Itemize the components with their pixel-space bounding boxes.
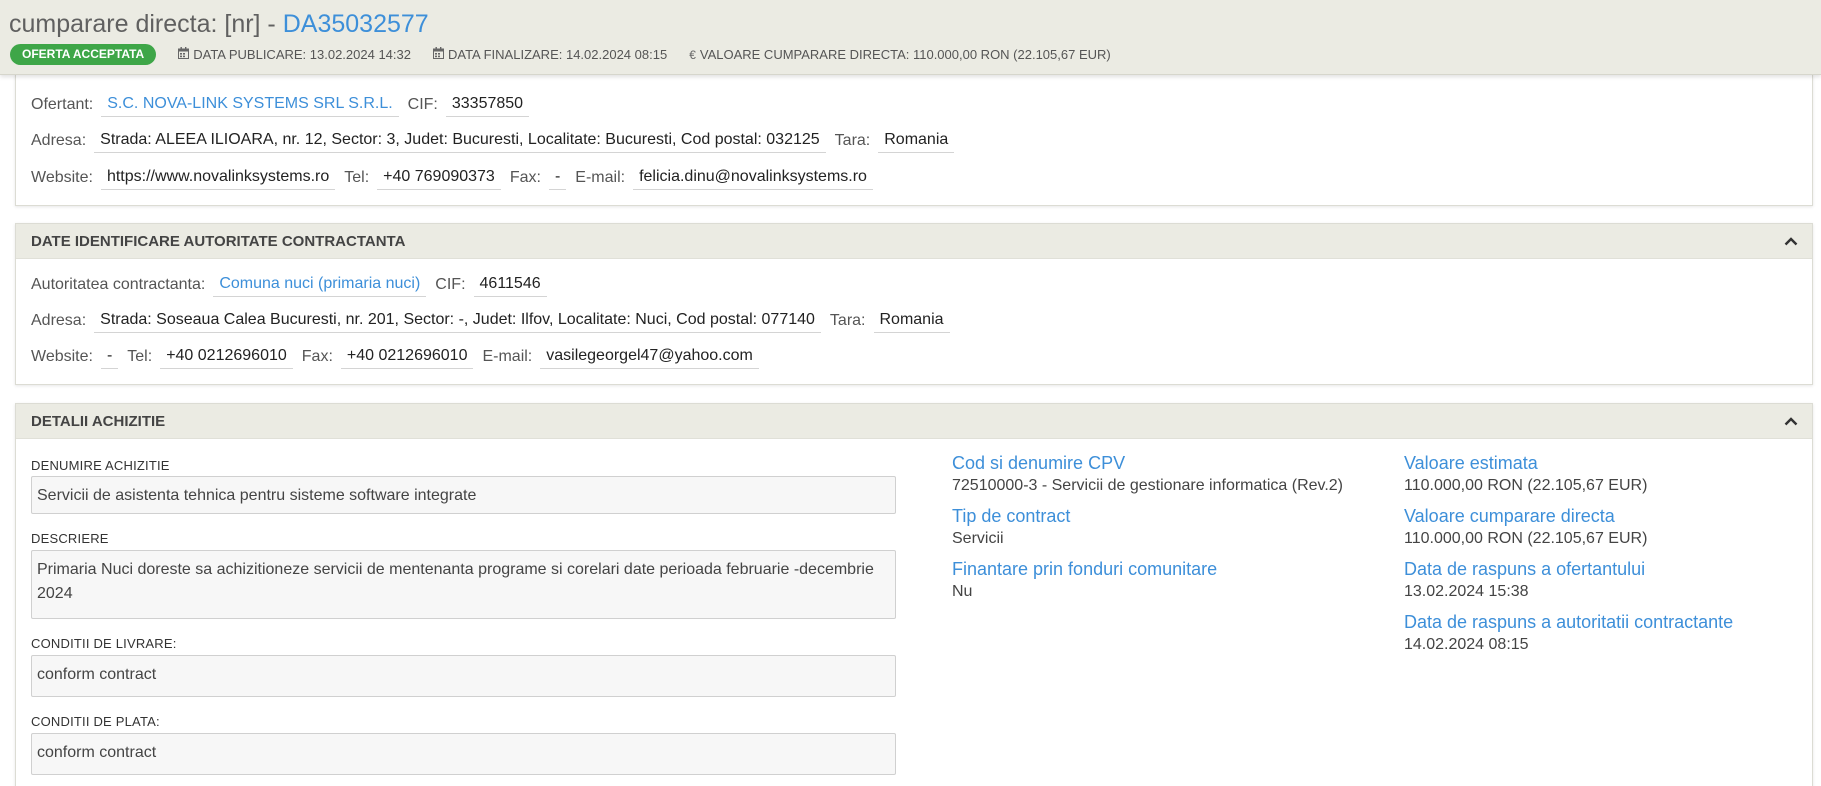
details-panel: DETALII ACHIZITIE DENUMIRE ACHIZITIE Ser…: [15, 403, 1813, 786]
authority-link[interactable]: Comuna nuci (primaria nuci): [213, 274, 427, 297]
authority-website-label: Website:: [31, 348, 93, 365]
bidder-website-label: Website:: [31, 169, 93, 186]
calendar-icon: [178, 47, 190, 62]
authority-panel: DATE IDENTIFICARE AUTORITATE CONTRACTANT…: [15, 223, 1813, 385]
contract-type-key: Tip de contract: [952, 506, 1071, 526]
procurement-name-label: DENUMIRE ACHIZITIE: [31, 458, 170, 473]
bidder-row: Ofertant: S.C. NOVA-LINK SYSTEMS SRL S.R…: [31, 93, 538, 117]
bidder-contact-row: Website: https://www.novalinksystems.ro …: [31, 166, 882, 190]
description-label: DESCRIERE: [31, 531, 109, 546]
authority-cif-label: CIF:: [435, 276, 466, 293]
authority-contact-row: Website: - Tel: +40 0212696010 Fax: +40 …: [31, 345, 768, 369]
bidder-tel: +40 769090373: [377, 167, 501, 190]
bidder-email-label: E-mail:: [575, 169, 626, 186]
bidder-address-label: Adresa:: [31, 132, 87, 149]
delivery-conditions-field: conform contract: [31, 655, 896, 697]
chevron-up-icon[interactable]: [1784, 233, 1798, 249]
bidder-address-row: Adresa: Strada: ALEEA ILIOARA, nr. 12, S…: [31, 129, 963, 153]
bidder-country: Romania: [878, 130, 955, 153]
procurement-number: DA35032577: [282, 10, 429, 38]
details-panel-title: DETALII ACHIZITIE: [31, 412, 166, 430]
bidder-panel: Ofertant: S.C. NOVA-LINK SYSTEMS SRL S.R…: [15, 74, 1813, 206]
details-middle-column: Cod si denumire CPV 72510000-3 - Servici…: [952, 452, 1372, 611]
authority-country: Romania: [873, 310, 950, 333]
authority-tel: +40 0212696010: [160, 346, 293, 369]
authority-response-key: Data de raspuns a autoritatii contractan…: [1404, 612, 1734, 632]
cpv-key: Cod si denumire CPV: [952, 453, 1126, 473]
authority-row: Autoritatea contractanta: Comuna nuci (p…: [31, 273, 556, 297]
details-panel-header[interactable]: DETALII ACHIZITIE: [16, 404, 1812, 439]
procurement-name-field: Servicii de asistenta tehnica pentru sis…: [31, 476, 896, 514]
delivery-conditions-label: CONDITII DE LIVRARE:: [31, 636, 177, 651]
authority-response-value: 14.02.2024 08:15: [1404, 636, 1529, 653]
payment-conditions-label: CONDITII DE PLATA:: [31, 714, 160, 729]
bidder-response-value: 13.02.2024 15:38: [1404, 583, 1529, 600]
calendar-icon: [432, 47, 444, 62]
bidder-website: https://www.novalinksystems.ro: [100, 167, 336, 190]
bidder-response-key: Data de raspuns a ofertantului: [1404, 559, 1646, 579]
page-header: cumparare directa: [nr] - DA35032577 OFE…: [0, 0, 1821, 75]
details-right-column: Valoare estimata 110.000,00 RON (22.105,…: [1404, 452, 1804, 664]
authority-address-row: Adresa: Strada: Soseaua Calea Bucuresti,…: [31, 309, 959, 333]
bidder-cif-label: CIF:: [407, 96, 438, 113]
publish-date-text: DATA PUBLICARE: 13.02.2024 14:32: [193, 47, 411, 62]
eu-funding-key: Finantare prin fonduri comunitare: [952, 559, 1218, 579]
estimated-value: 110.000,00 RON (22.105,67 EUR): [1404, 477, 1648, 494]
bidder-label: Ofertant:: [31, 96, 94, 113]
authority-fax-label: Fax:: [301, 348, 333, 365]
euro-icon: €: [689, 47, 696, 62]
bidder-address: Strada: ALEEA ILIOARA, nr. 12, Sector: 3…: [94, 130, 826, 153]
authority-panel-title: DATE IDENTIFICARE AUTORITATE CONTRACTANT…: [31, 232, 406, 250]
authority-fax: +40 0212696010: [340, 346, 474, 369]
direct-purchase-value: € VALOARE CUMPARARE DIRECTA: 110.000,00 …: [689, 47, 1111, 62]
payment-conditions-field: conform contract: [31, 733, 896, 775]
authority-panel-header[interactable]: DATE IDENTIFICARE AUTORITATE CONTRACTANT…: [16, 224, 1812, 259]
status-badge: OFERTA ACCEPTATA: [10, 44, 157, 65]
authority-email: vasilegeorgel47@yahoo.com: [540, 346, 759, 369]
estimated-value-key: Valoare estimata: [1404, 453, 1538, 473]
cpv-value: 72510000-3 - Servicii de gestionare info…: [952, 477, 1344, 494]
authority-address-label: Adresa:: [31, 312, 87, 329]
authority-cif: 4611546: [473, 274, 547, 297]
final-date-text: DATA FINALIZARE: 14.02.2024 08:15: [447, 47, 668, 62]
page-title: cumparare directa: [nr] - DA35032577: [9, 10, 429, 39]
page-title-prefix: cumparare directa: [nr] -: [9, 10, 283, 38]
bidder-email: felicia.dinu@novalinksystems.ro: [633, 167, 873, 190]
authority-label: Autoritatea contractanta:: [31, 276, 206, 293]
direct-purchase-value-text: VALOARE CUMPARARE DIRECTA: 110.000,00 RO…: [699, 47, 1111, 62]
final-date: DATA FINALIZARE: 14.02.2024 08:15: [432, 47, 668, 62]
meta-row: OFERTA ACCEPTATA DATA PUBLICARE: 13.02.2…: [10, 44, 1133, 65]
direct-purchase-value: 110.000,00 RON (22.105,67 EUR): [1404, 530, 1648, 547]
bidder-tel-label: Tel:: [344, 169, 370, 186]
publish-date: DATA PUBLICARE: 13.02.2024 14:32: [178, 47, 411, 62]
bidder-country-label: Tara:: [834, 132, 871, 149]
bidder-link[interactable]: S.C. NOVA-LINK SYSTEMS SRL S.R.L.: [101, 94, 399, 117]
authority-address: Strada: Soseaua Calea Bucuresti, nr. 201…: [94, 310, 821, 333]
bidder-fax: -: [548, 167, 567, 190]
bidder-fax-label: Fax:: [509, 169, 541, 186]
eu-funding-value: Nu: [952, 583, 973, 600]
authority-website: -: [100, 346, 119, 369]
bidder-cif: 33357850: [445, 94, 530, 117]
authority-email-label: E-mail:: [482, 348, 533, 365]
authority-country-label: Tara:: [829, 312, 866, 329]
authority-tel-label: Tel:: [127, 348, 153, 365]
description-field: Primaria Nuci doreste sa achizitioneze s…: [31, 550, 896, 619]
contract-type-value: Servicii: [952, 530, 1004, 547]
direct-purchase-key: Valoare cumparare directa: [1404, 506, 1615, 526]
chevron-up-icon[interactable]: [1784, 413, 1798, 429]
